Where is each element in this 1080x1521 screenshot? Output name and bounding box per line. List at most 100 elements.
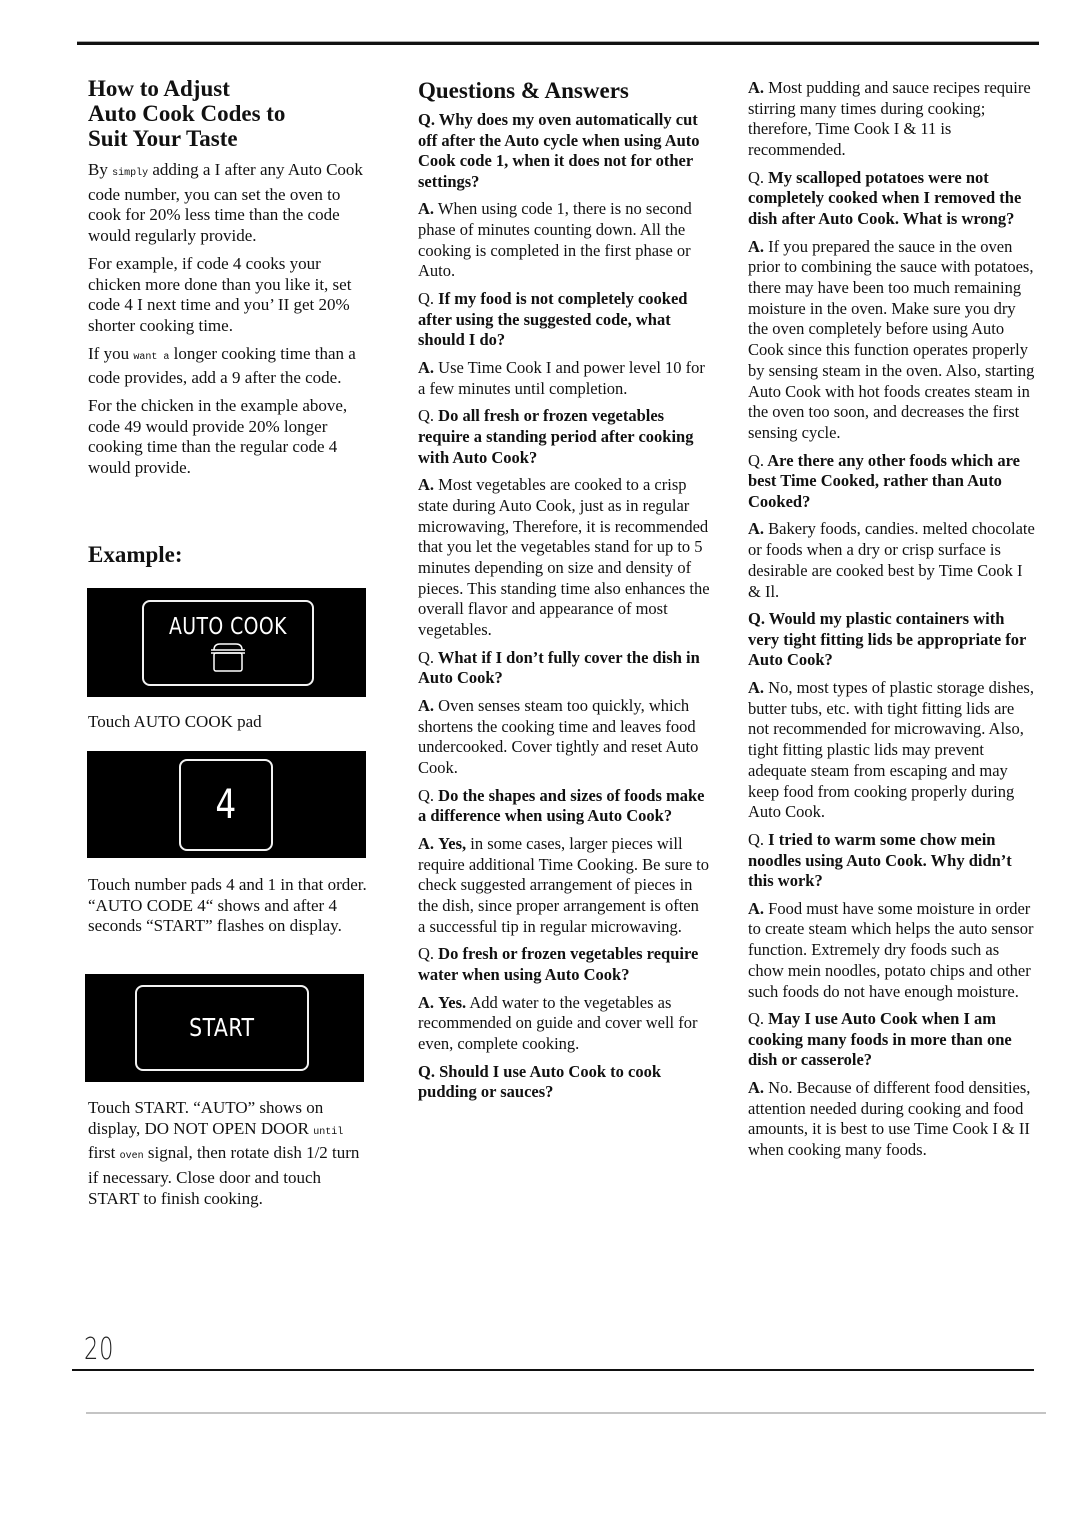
step-caption: Touch number pads 4 and 1 in that order.… xyxy=(88,875,367,936)
step-caption: Touch AUTO COOK pad xyxy=(88,712,262,731)
example-title: Example: xyxy=(88,542,183,567)
question-prefix: Q. xyxy=(748,1009,765,1029)
qa-column-2: A. Most pudding and sauce recipes requir… xyxy=(748,78,1038,1168)
question-prefix: Q. xyxy=(418,1061,435,1081)
start-pad-illustration: START xyxy=(85,974,364,1082)
pot-icon xyxy=(210,642,245,672)
answer: A. When using code 1, there is no second… xyxy=(418,199,710,282)
answer-text: Most pudding and sauce recipes require s… xyxy=(748,78,1031,160)
question-text: My scalloped potatoes were not completel… xyxy=(748,167,1022,228)
answer-text: If you prepared the sauce in the oven pr… xyxy=(748,236,1035,442)
answer-text: Oven senses steam too quickly, which sho… xyxy=(418,695,699,778)
top-rule xyxy=(77,41,1039,45)
question-text: What if I don’t fully cover the dish in … xyxy=(418,647,700,688)
question-text: Are there any other foods which are best… xyxy=(748,450,1020,511)
question: Q. My scalloped potatoes were not comple… xyxy=(748,168,1038,230)
paragraph: By simply adding a I after any Auto Cook… xyxy=(88,160,363,246)
answer-prefix: A. xyxy=(748,1078,765,1097)
question-prefix: Q. xyxy=(418,110,435,129)
answer-lead: Yes. xyxy=(438,992,467,1012)
answer-prefix: A. xyxy=(748,236,765,256)
answer-text: When using code 1, there is no second ph… xyxy=(418,199,692,281)
question-prefix: Q. xyxy=(748,829,765,849)
paragraph: If you want a longer cooking time than a… xyxy=(88,343,356,388)
start-key: START xyxy=(134,985,309,1071)
question: Q. If my food is not completely cooked a… xyxy=(418,289,710,351)
question-text: Should I use Auto Cook to cook pudding o… xyxy=(418,1061,661,1102)
answer: A. Most vegetables are cooked to a crisp… xyxy=(418,475,710,641)
answer-text: Most vegetables are cooked to a crisp st… xyxy=(418,475,710,640)
answer: A. Oven senses steam too quickly, which … xyxy=(418,696,710,779)
auto-cook-key: AUTO COOK xyxy=(141,599,314,686)
answer: A. Yes. Add water to the vegetables as r… xyxy=(418,993,710,1055)
question-text: May I use Auto Cook when I am cooking ma… xyxy=(748,1009,1012,1070)
question: Q. Should I use Auto Cook to cook puddin… xyxy=(418,1062,710,1103)
title-line: Suit Your Taste xyxy=(88,126,238,151)
answer-prefix: A. xyxy=(748,519,765,539)
number-4-key: 4 xyxy=(178,758,273,851)
number-pad-illustration: 4 xyxy=(87,751,366,858)
question: Q. Why does my oven automatically cut of… xyxy=(418,110,710,192)
title-line: Auto Cook Codes to xyxy=(88,101,286,126)
question-text: Why does my oven automatically cut off a… xyxy=(418,110,700,191)
question-text: Do the shapes and sizes of foods make a … xyxy=(418,785,705,826)
question-prefix: Q. xyxy=(748,609,765,629)
qa-column-1: Questions & Answers Q. Why does my oven … xyxy=(418,76,710,1110)
question-text: I tried to warm some chow mein noodles u… xyxy=(748,829,1012,891)
auto-cook-key-label: AUTO COOK xyxy=(168,613,287,640)
question: Q. Do the shapes and sizes of foods make… xyxy=(418,786,710,827)
page-edge-rule xyxy=(86,1412,1046,1414)
question-text: Would my plastic containers with very ti… xyxy=(748,609,1027,670)
answer-prefix: A. xyxy=(748,78,765,97)
step-caption: Touch START. “AUTO” shows on display, DO… xyxy=(88,1098,360,1208)
question-prefix: Q. xyxy=(418,289,435,309)
answer-prefix: A. xyxy=(418,992,435,1012)
answer-prefix: A. xyxy=(418,357,435,377)
paragraph: For the chicken in the example above, co… xyxy=(88,396,348,478)
question-text: Do fresh or frozen vegetables require wa… xyxy=(418,944,699,985)
question: Q. Would my plastic containers with very… xyxy=(748,609,1038,671)
answer: A. Yes, in some cases, larger pieces wil… xyxy=(418,834,710,938)
answer: A. Food must have some moisture in order… xyxy=(748,899,1038,1003)
question: Q. Do fresh or frozen vegetables require… xyxy=(418,944,710,985)
answer: A. No. Because of different food densiti… xyxy=(748,1078,1038,1161)
question: Q. Do all fresh or frozen vegetables req… xyxy=(418,406,710,468)
answer: A. If you prepared the sauce in the oven… xyxy=(748,237,1038,444)
adjust-codes-section: How to Adjust Auto Cook Codes to Suit Yo… xyxy=(88,76,373,486)
question-prefix: Q. xyxy=(748,167,765,187)
answer-text: Use Time Cook I and power level 10 for a… xyxy=(418,357,705,398)
question: Q. May I use Auto Cook when I am cooking… xyxy=(748,1009,1038,1071)
question-prefix: Q. xyxy=(418,406,435,426)
question: Q. Are there any other foods which are b… xyxy=(748,451,1038,513)
answer: A. Most pudding and sauce recipes requir… xyxy=(748,78,1038,161)
answer-prefix: A. xyxy=(418,833,435,853)
question-prefix: Q. xyxy=(418,647,435,667)
answer-prefix: A. xyxy=(748,678,765,697)
section-title-qa: Questions & Answers xyxy=(418,78,629,103)
answer-text: Food must have some moisture in order to… xyxy=(748,898,1034,1001)
answer-prefix: A. xyxy=(418,475,435,495)
title-line: How to Adjust xyxy=(88,76,230,101)
answer-lead: Yes, xyxy=(438,833,467,853)
answer-text: No. Because of different food densities,… xyxy=(748,1078,1031,1160)
answer: A. Use Time Cook I and power level 10 fo… xyxy=(418,358,710,399)
question-prefix: Q. xyxy=(748,450,765,470)
answer-prefix: A. xyxy=(418,199,435,219)
question-prefix: Q. xyxy=(418,785,435,805)
answer-prefix: A. xyxy=(418,695,435,715)
question-text: If my food is not completely cooked afte… xyxy=(418,289,688,350)
question-prefix: Q. xyxy=(418,944,435,964)
auto-cook-pad-illustration: AUTO COOK xyxy=(87,588,366,697)
question: Q. What if I don’t fully cover the dish … xyxy=(418,648,710,689)
number-key-label: 4 xyxy=(214,781,237,828)
answer-prefix: A. xyxy=(748,898,765,918)
answer-text: No, most types of plastic storage dishes… xyxy=(748,678,1034,822)
start-key-label: START xyxy=(188,1013,255,1042)
question: Q. I tried to warm some chow mein noodle… xyxy=(748,830,1038,892)
page-number: 20 xyxy=(84,1332,115,1367)
paragraph: For example, if code 4 cooks your chicke… xyxy=(88,253,352,335)
answer-text: Bakery foods, candies. melted chocolate … xyxy=(748,519,1035,601)
bottom-rule xyxy=(72,1369,1034,1371)
section-title-adjust: How to Adjust Auto Cook Codes to Suit Yo… xyxy=(88,76,373,151)
answer: A. Bakery foods, candies. melted chocola… xyxy=(748,519,1038,602)
